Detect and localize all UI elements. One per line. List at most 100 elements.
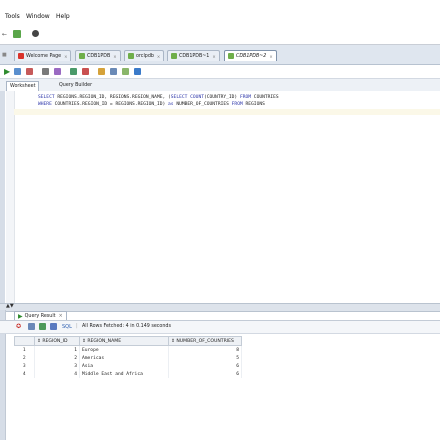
run-script-icon[interactable] [14,68,21,75]
explain-plan-icon[interactable] [42,68,49,75]
welcome-icon [18,53,24,59]
keyword-from: FROM [239,95,252,100]
menu-tools[interactable]: Tools [5,13,20,20]
fetch-status: All Rows Fetched: 4 in 0.149 seconds [82,324,171,329]
table-row[interactable]: 3 3 Asia 6 [14,362,242,370]
tab-label: CDB1PDB~2 [236,53,267,59]
column-header[interactable]: ⇕ NUMBER_OF_COUNTRIES [168,336,242,346]
row-number: 1 [14,345,35,354]
row-number: 4 [14,370,35,378]
cell-region-name[interactable]: Asia [79,362,169,370]
toolbar-separator: | [76,323,78,329]
table-row[interactable]: 2 2 Americas 5 [14,354,242,362]
sql-text: (COUNTRY_ID) [203,95,240,100]
sql-text: COUNTRIES.REGION_ID = REGIONS.REGION_ID) [51,102,169,107]
rollback-icon[interactable] [82,68,89,75]
result-toolbar: ✪ SQL | All Rows Fetched: 4 in 0.149 sec… [0,320,440,334]
play-icon: ▶ [18,313,23,320]
commit-icon[interactable] [70,68,77,75]
worksheet-toolbar: ▶ [0,65,440,79]
refresh-icon[interactable] [39,323,46,330]
close-icon[interactable]: × [59,314,63,319]
close-icon[interactable]: × [113,54,116,59]
sql-tuning-icon[interactable] [54,68,61,75]
tab-cdb1pdb-1[interactable]: CDB1PDB~1 × [167,50,220,61]
sql-editor[interactable] [5,91,440,303]
sql-text: REGIONS.REGION_ID, REGIONS.REGION_NAME, … [54,95,171,100]
tab-worksheet[interactable]: Worksheet [6,81,40,91]
format-icon[interactable] [110,68,117,75]
result-tab-label: Query Result [24,314,56,319]
close-icon[interactable]: × [212,54,215,59]
run-icon[interactable] [32,30,39,37]
undo-dropdown-icon[interactable]: ← [2,31,7,38]
connection-icon [171,53,177,59]
keyword-from: FROM [231,102,243,107]
connection-icon[interactable] [13,30,21,38]
current-line-highlight [14,109,440,115]
close-icon[interactable]: × [64,54,67,59]
tab-cdb1pdb-2[interactable]: CDB1PDB~2 × [224,50,277,61]
column-label: REGION_ID [42,338,68,344]
main-toolbar: ← [0,28,440,42]
history-icon[interactable] [122,68,129,75]
keyword-select: SELECT [38,95,55,100]
tab-cdb1pdb[interactable]: CDB1PDB × [75,50,121,61]
tab-label: CDB1PDB [87,53,111,59]
tab-orclpdb[interactable]: orclpdb × [124,50,165,61]
unshared-sql-icon[interactable] [98,68,105,75]
cell-number-of-countries[interactable]: 8 [168,345,242,354]
result-grid[interactable]: ⇕ REGION_ID ⇕ REGION_NAME ⇕ NUMBER_OF_CO… [14,336,242,378]
close-icon[interactable]: × [269,54,272,59]
cell-region-name[interactable]: Middle East and Africa [79,370,169,378]
cell-region-id[interactable]: 1 [34,345,80,354]
keyword-where: WHERE [38,102,52,107]
table-row[interactable]: 1 1 Europe 8 [14,345,242,354]
sql-line-1[interactable]: SELECT REGIONS.REGION_ID, REGIONS.REGION… [38,95,279,100]
sql-text: REGIONS [242,102,265,107]
table-row[interactable]: 4 4 Middle East and Africa 6 [14,370,242,378]
cell-number-of-countries[interactable]: 5 [168,354,242,362]
print-icon[interactable] [28,323,35,330]
tab-query-builder[interactable]: Query Builder [56,81,95,90]
pin-icon[interactable]: ✪ [16,323,21,330]
sql-line-2[interactable]: WHERE COUNTRIES.REGION_ID = REGIONS.REGI… [38,102,265,107]
cell-number-of-countries[interactable]: 6 [168,370,242,378]
cell-region-name[interactable]: Americas [79,354,169,362]
sql-link[interactable]: SQL [62,324,72,330]
connection-icon [228,53,234,59]
connection-icon [128,53,134,59]
find-icon[interactable] [134,68,141,75]
row-number: 2 [14,354,35,362]
connection-icon [79,53,85,59]
menu-window[interactable]: Window [26,13,50,20]
tab-label: CDB1PDB~1 [179,53,210,59]
cell-region-id[interactable]: 4 [34,370,80,378]
cell-region-id[interactable]: 3 [34,362,80,370]
line-number-gutter [6,91,15,303]
export-icon[interactable] [50,323,57,330]
row-number: 3 [14,362,35,370]
tab-label: Welcome Page [26,53,62,59]
cell-region-name[interactable]: Europe [79,345,169,354]
menu-help[interactable]: Help [56,13,70,20]
close-icon[interactable]: × [157,54,160,59]
cell-region-id[interactable]: 2 [34,354,80,362]
tab-label: orclpdb [136,53,154,59]
run-statement-icon[interactable]: ▶ [4,67,10,76]
cell-number-of-countries[interactable]: 6 [168,362,242,370]
column-label: NUMBER_OF_COUNTRIES [176,338,234,344]
sql-text: COUNTRIES [251,95,279,100]
column-label: REGION_NAME [87,338,122,344]
row-number-header [14,336,35,346]
autotrace-icon[interactable] [26,68,33,75]
column-header[interactable]: ⇕ REGION_NAME [79,336,169,346]
keyword-select-count: SELECT COUNT [170,95,204,100]
panel-minimize-icon[interactable]: ■ [2,52,7,58]
tab-welcome-page[interactable]: Welcome Page × [14,50,72,61]
menu-bar: Tools Window Help [0,0,440,26]
column-header[interactable]: ⇕ REGION_ID [34,336,80,346]
grid-header-row: ⇕ REGION_ID ⇕ REGION_NAME ⇕ NUMBER_OF_CO… [14,336,242,346]
collapse-arrows-icon[interactable]: ▲▼ [6,303,14,309]
sql-text: NUMBER_OF_COUNTRIES [173,102,232,107]
